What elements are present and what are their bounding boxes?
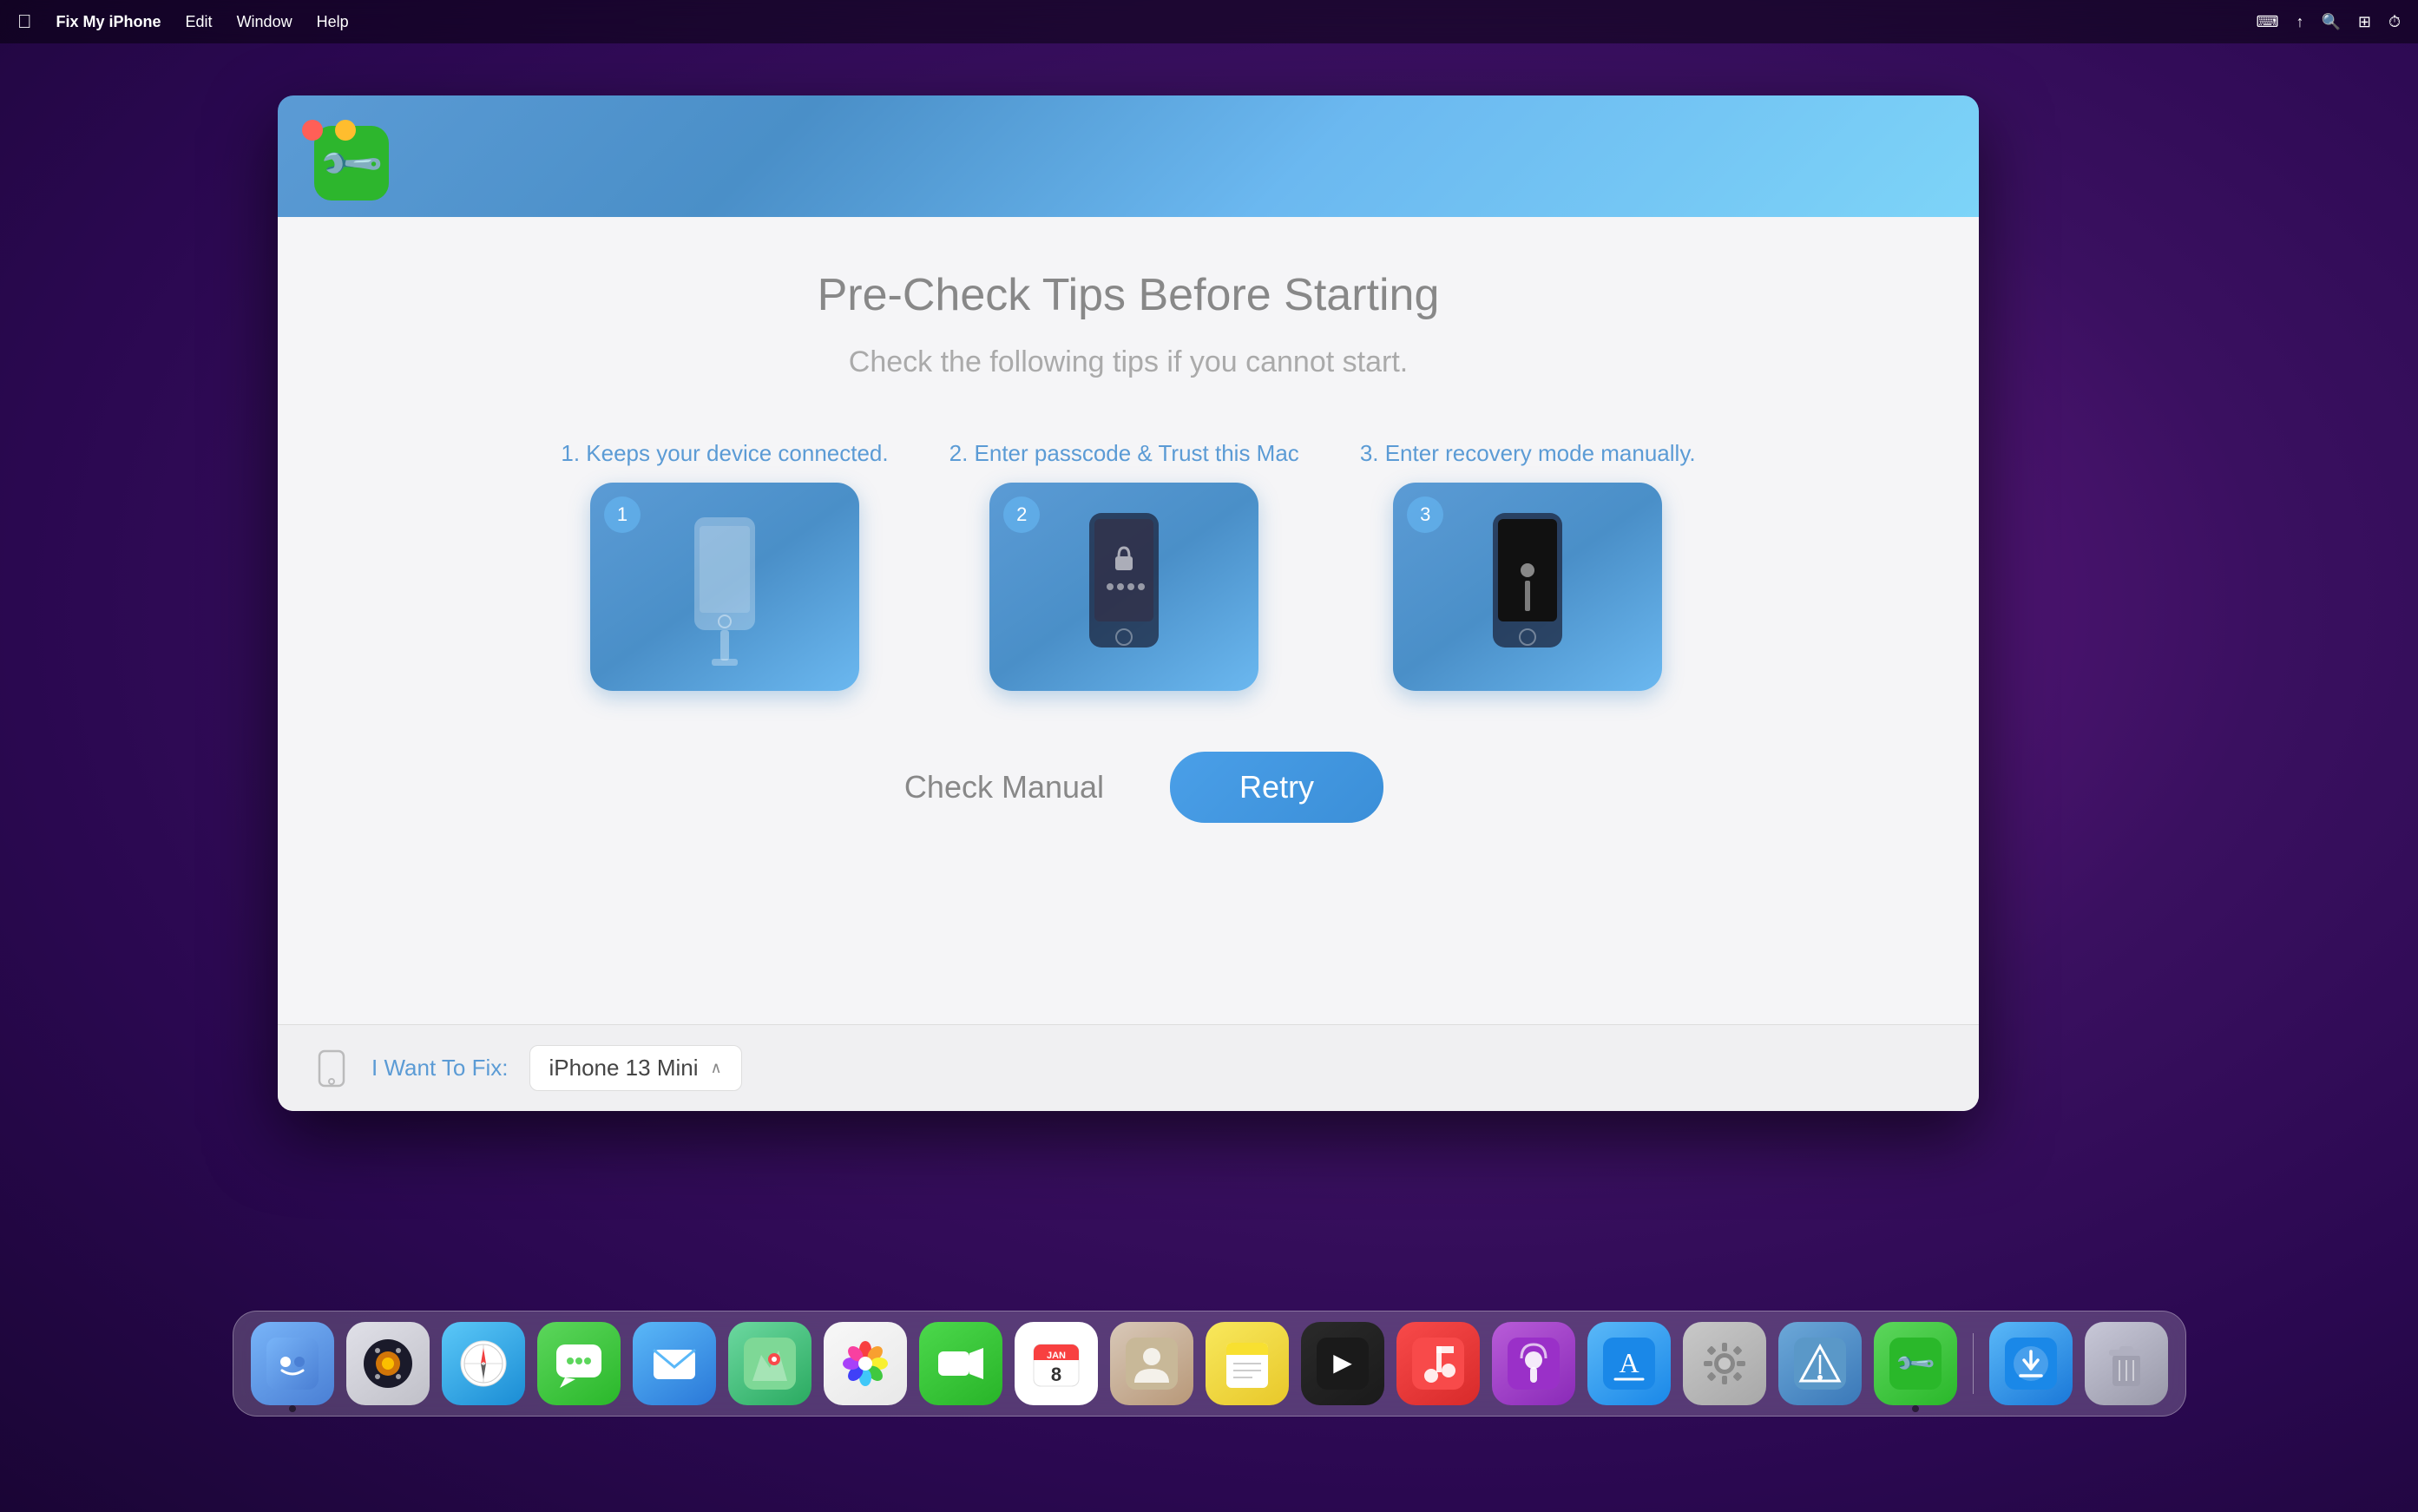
window-menu[interactable]: Window [237, 13, 292, 31]
finder-active-dot [289, 1405, 296, 1412]
tips-row: 1. Keeps your device connected. 1 [561, 440, 1695, 691]
altool-icon [1794, 1338, 1846, 1390]
dock-item-fixiphone[interactable]: 🔧 [1874, 1322, 1957, 1405]
dock-item-notes[interactable] [1206, 1322, 1289, 1405]
tip-card-1: 1 [590, 483, 859, 691]
subtitle: Check the following tips if you cannot s… [849, 345, 1408, 379]
tip-label-1: 1. Keeps your device connected. [561, 440, 888, 467]
music-icon [1412, 1338, 1464, 1390]
dock-item-mail[interactable] [633, 1322, 716, 1405]
finder-icon [266, 1338, 319, 1390]
dock-item-messages[interactable] [537, 1322, 621, 1405]
tip-item-3: 3. Enter recovery mode manually. 3 [1360, 440, 1696, 691]
appletv-icon: ▶ [1317, 1338, 1369, 1390]
dock-item-photos[interactable] [824, 1322, 907, 1405]
dock-item-altool[interactable] [1778, 1322, 1862, 1405]
svg-text:▶: ▶ [1333, 1349, 1352, 1376]
dock: JAN 8 [233, 1311, 2186, 1417]
maps-icon [744, 1338, 796, 1390]
selected-device-name: iPhone 13 Mini [549, 1055, 699, 1081]
recovery-device-illustration [1475, 500, 1580, 674]
notes-icon [1221, 1338, 1273, 1390]
dock-separator [1973, 1333, 1974, 1394]
connected-device-illustration [668, 500, 781, 674]
svg-text:8: 8 [1050, 1364, 1061, 1385]
edit-menu[interactable]: Edit [186, 13, 213, 31]
calendar-icon: JAN 8 [1030, 1338, 1082, 1390]
device-icon-svg [316, 1049, 347, 1088]
dock-item-appstore[interactable]: A [1587, 1322, 1671, 1405]
i-want-to-fix-label: I Want To Fix: [371, 1055, 509, 1081]
facetime-icon [935, 1338, 987, 1390]
device-dropdown[interactable]: iPhone 13 Mini ∧ [529, 1045, 742, 1091]
retry-button[interactable]: Retry [1170, 752, 1383, 823]
dock-item-maps[interactable] [728, 1322, 811, 1405]
app-menu-name[interactable]: Fix My iPhone [56, 13, 161, 31]
tip-item-2: 2. Enter passcode & Trust this Mac 2 [949, 440, 1299, 691]
trash-icon [2100, 1338, 2152, 1390]
dock-item-launchpad[interactable] [346, 1322, 430, 1405]
systemprefs-icon [1699, 1338, 1751, 1390]
dock-item-music[interactable] [1396, 1322, 1480, 1405]
keyboard-icon: ⌨ [2256, 13, 2278, 31]
passcode-device-illustration [1072, 500, 1176, 674]
dock-item-appletv[interactable]: ▶ [1301, 1322, 1384, 1405]
dock-item-trash[interactable] [2085, 1322, 2168, 1405]
buttons-row: Check Manual Retry [873, 752, 1383, 823]
dock-item-calendar[interactable]: JAN 8 [1015, 1322, 1098, 1405]
arrow-up-icon: ↑ [2296, 13, 2303, 31]
dock-item-finder[interactable] [251, 1322, 334, 1405]
app-window: 🔧 Pre-Check Tips Before Starting Check t… [278, 95, 1979, 1111]
tip-card-3: 3 [1393, 483, 1662, 691]
tip-number-1: 1 [604, 496, 641, 533]
contacts-icon [1126, 1338, 1178, 1390]
apple-menu[interactable]:  [17, 10, 32, 33]
dock-item-contacts[interactable] [1110, 1322, 1193, 1405]
dock-item-facetime[interactable] [919, 1322, 1002, 1405]
tip-label-3: 3. Enter recovery mode manually. [1360, 440, 1696, 467]
dock-container: JAN 8 [0, 1295, 2418, 1425]
bottom-bar: I Want To Fix: iPhone 13 Mini ∧ [278, 1024, 1979, 1111]
menubar-right: ⌨ ↑ 🔍 ⊞ ⏱ [2256, 13, 2401, 31]
dock-item-systemprefs[interactable] [1683, 1322, 1766, 1405]
window-close-button[interactable] [302, 120, 323, 141]
launchpad-icon [362, 1338, 414, 1390]
tip-card-2: 2 [989, 483, 1258, 691]
dropdown-chevron-icon: ∧ [711, 1059, 722, 1077]
menubar:  Fix My iPhone Edit Window Help ⌨ ↑ 🔍 ⊞… [0, 0, 2418, 43]
safari-icon [457, 1338, 509, 1390]
device-small-icon [312, 1049, 351, 1088]
appstore-icon: A [1603, 1338, 1655, 1390]
svg-text:A: A [1619, 1347, 1639, 1378]
photos-icon [839, 1338, 891, 1390]
tip-item-1: 1. Keeps your device connected. 1 [561, 440, 888, 691]
search-icon[interactable]: 🔍 [2321, 13, 2340, 31]
dock-item-downloader[interactable] [1989, 1322, 2073, 1405]
tip-number-2: 2 [1003, 496, 1040, 533]
tip-number-3: 3 [1407, 496, 1443, 533]
messages-icon [553, 1338, 605, 1390]
podcasts-icon [1508, 1338, 1560, 1390]
controls-icon[interactable]: ⊞ [2358, 13, 2371, 31]
menubar-left:  Fix My iPhone Edit Window Help [17, 10, 349, 33]
fixiphone-active-dot [1912, 1405, 1919, 1412]
main-title: Pre-Check Tips Before Starting [818, 269, 1440, 321]
window-body: Pre-Check Tips Before Starting Check the… [278, 217, 1979, 1111]
window-header: 🔧 [278, 95, 1979, 217]
check-manual-button[interactable]: Check Manual [873, 753, 1135, 821]
help-menu[interactable]: Help [317, 13, 349, 31]
mail-icon [648, 1338, 700, 1390]
dock-item-podcasts[interactable] [1492, 1322, 1575, 1405]
fix-iphone-icon: 🔧 [1889, 1338, 1942, 1390]
svg-text:JAN: JAN [1046, 1351, 1065, 1361]
desktop: 🔧 Pre-Check Tips Before Starting Check t… [0, 43, 2418, 1425]
time-icon: ⏱ [2388, 13, 2401, 31]
downloader-icon [2005, 1338, 2057, 1390]
dock-item-safari[interactable] [442, 1322, 525, 1405]
tip-label-2: 2. Enter passcode & Trust this Mac [949, 440, 1299, 467]
